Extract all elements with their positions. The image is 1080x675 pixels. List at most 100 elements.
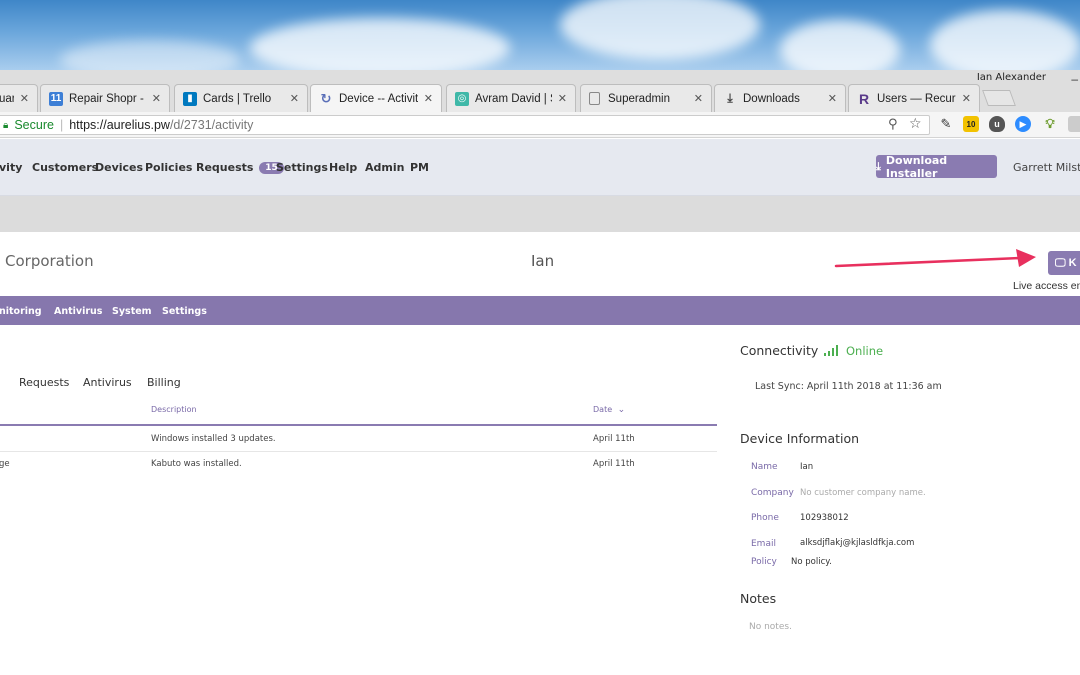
extension-icon[interactable] xyxy=(1068,116,1080,132)
nav-settings[interactable]: Settings xyxy=(276,161,328,174)
tab-antivirus[interactable]: Antivirus xyxy=(83,376,132,389)
close-icon[interactable]: ✕ xyxy=(20,92,29,105)
zoom-meeting-icon[interactable]: ▶ xyxy=(1015,116,1031,132)
pen-extension-icon[interactable]: ✎ xyxy=(938,116,954,132)
minimize-button[interactable]: – xyxy=(1071,72,1078,86)
tab-title: Device -- Activity xyxy=(339,92,418,105)
row-divider xyxy=(0,451,717,452)
shield-extension-icon[interactable]: u xyxy=(989,116,1005,132)
download-icon: ⤓ xyxy=(727,91,733,105)
new-tab-button[interactable] xyxy=(982,90,1016,106)
tab-title: Users — Recurly xyxy=(877,92,956,105)
tab-title: Cards | Trello xyxy=(203,92,272,105)
phone-label: Phone xyxy=(751,513,779,523)
tab-1[interactable]: uar ✕ xyxy=(0,84,38,112)
profile-name[interactable]: Ian Alexander xyxy=(977,72,1046,83)
extension-badge-icon[interactable]: 10 xyxy=(963,116,979,132)
zoom-icon[interactable]: ⚲ xyxy=(888,116,898,132)
chevron-down-icon: ⌄ xyxy=(617,405,626,415)
row-1-date: April 11th xyxy=(593,434,635,444)
row-1-description: Windows installed 3 updates. xyxy=(151,434,276,444)
connectivity-title: Connectivity xyxy=(740,343,819,358)
download-installer-button[interactable]: ⤓ Download Installer xyxy=(876,153,997,180)
phone-value: 102938012 xyxy=(800,513,849,523)
policy-label: Policy xyxy=(751,557,777,567)
address-bar[interactable]: 🔒︎ Secure | https://aurelius.pw /d/2731/… xyxy=(0,115,930,135)
date-header-label: Date xyxy=(593,405,613,414)
column-header-date[interactable]: Date ⌄ xyxy=(593,405,625,415)
lock-icon: 🔒︎ xyxy=(3,119,9,131)
notes-title: Notes xyxy=(740,591,777,606)
monitor-icon: 🖵︎ xyxy=(1055,256,1066,269)
nav-pm[interactable]: PM xyxy=(410,161,429,174)
document-icon xyxy=(589,92,600,105)
device-name-title: Ian xyxy=(531,252,555,270)
company-label: Company xyxy=(751,488,794,498)
table-header-divider xyxy=(0,424,717,426)
tab-billing[interactable]: Billing xyxy=(147,376,181,389)
subnav-antivirus[interactable]: Antivirus xyxy=(54,306,102,317)
tab-title: Downloads xyxy=(743,92,800,105)
row-2-date: April 11th xyxy=(593,459,635,469)
download-installer-label: Download Installer xyxy=(885,153,948,180)
nav-devices[interactable]: Devices xyxy=(95,161,143,174)
subnav-settings[interactable]: Settings xyxy=(162,306,207,317)
download-icon: ⤓ xyxy=(876,159,881,173)
url-path: /d/2731/activity xyxy=(169,118,254,132)
organization-title: Corporation xyxy=(5,252,94,270)
account-user-name[interactable]: Garrett Milster xyxy=(1013,161,1080,174)
close-icon[interactable]: ✕ xyxy=(962,92,971,105)
bookmark-star-icon[interactable]: ☆ xyxy=(909,115,922,132)
online-status: Online xyxy=(846,344,884,358)
breadcrumb-bar xyxy=(0,196,1080,232)
tab-repair-shopr[interactable]: 11 Repair Shopr - Cal ✕ xyxy=(40,84,170,112)
tab-device-activity[interactable]: ↻ Device -- Activity ✕ xyxy=(310,84,442,112)
nav-admin[interactable]: Admin xyxy=(365,161,404,174)
tab-title: Avram David | Sync xyxy=(475,92,552,105)
nav-customers[interactable]: Customers xyxy=(32,161,98,174)
trello-icon: ▮ xyxy=(183,91,197,106)
close-icon[interactable]: ✕ xyxy=(424,92,433,105)
subnav-monitoring[interactable]: nitoring xyxy=(0,306,42,317)
device-information-title: Device Information xyxy=(740,431,860,446)
name-label: Name xyxy=(751,462,778,472)
notes-empty: No notes. xyxy=(749,622,792,632)
nav-policies[interactable]: Policies xyxy=(145,161,192,174)
sync-icon: ◎ xyxy=(455,91,469,106)
tab-title: Repair Shopr - Cal xyxy=(69,92,146,105)
policy-value: No policy. xyxy=(791,557,832,567)
name-value: Ian xyxy=(800,462,814,472)
close-icon[interactable]: ✕ xyxy=(290,92,299,105)
last-sync: Last Sync: April 11th 2018 at 11:36 am xyxy=(755,381,942,392)
close-icon[interactable]: ✕ xyxy=(152,92,161,105)
close-icon[interactable]: ✕ xyxy=(828,92,837,105)
email-value[interactable]: alksdjflakj@kjlasldfkja.com xyxy=(800,538,914,548)
subnav-system[interactable]: System xyxy=(112,306,152,317)
secure-label: Secure xyxy=(14,118,54,132)
row-2-description: Kabuto was installed. xyxy=(151,459,242,469)
tab-requests[interactable]: Requests xyxy=(19,376,69,389)
nav-requests[interactable]: Requests 15 xyxy=(196,161,284,174)
signal-icon xyxy=(824,344,840,356)
close-icon[interactable]: ✕ xyxy=(694,92,703,105)
lightbulb-icon[interactable]: 💡︎ xyxy=(1042,116,1058,132)
tab-superadmin[interactable]: Superadmin ✕ xyxy=(580,84,712,112)
remote-access-button[interactable]: 🖵︎ K xyxy=(1048,251,1080,275)
row-2-type: ge xyxy=(0,459,10,469)
separator: | xyxy=(59,118,64,132)
nav-help[interactable]: Help xyxy=(329,161,357,174)
tab-title: uar xyxy=(0,92,14,105)
tab-downloads[interactable]: ⤓ Downloads ✕ xyxy=(714,84,846,112)
company-value: No customer company name. xyxy=(800,488,926,498)
calendar-icon: 11 xyxy=(49,91,63,106)
tab-trello[interactable]: ▮ Cards | Trello ✕ xyxy=(174,84,308,112)
tab-recurly[interactable]: R Users — Recurly ✕ xyxy=(848,84,980,112)
annotation-arrow xyxy=(834,249,1036,268)
url-host: https://aurelius.pw xyxy=(69,118,170,132)
column-header-description[interactable]: Description xyxy=(151,405,197,414)
recurly-icon: R xyxy=(858,90,870,107)
tab-avram-david[interactable]: ◎ Avram David | Sync ✕ xyxy=(446,84,576,112)
nav-activity[interactable]: vity xyxy=(0,161,22,174)
loading-icon: ↻ xyxy=(320,90,332,106)
close-icon[interactable]: ✕ xyxy=(558,92,567,105)
